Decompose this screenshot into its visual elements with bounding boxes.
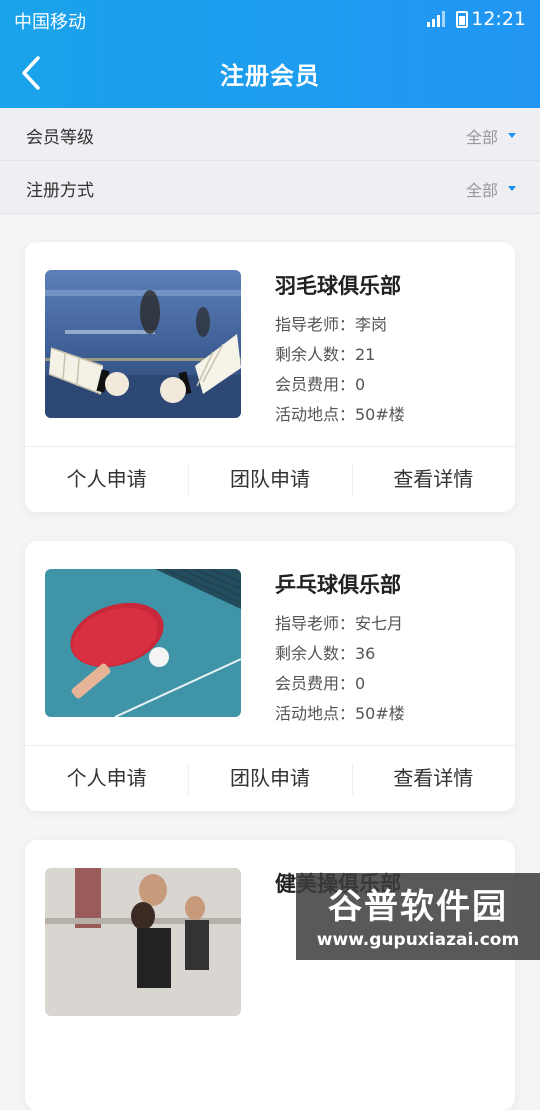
app-header: 中国移动 12:21 注册会员	[0, 0, 540, 108]
filter-label: 会员等级	[26, 128, 94, 148]
caret-down-icon	[508, 133, 516, 138]
location-text: 活动地点：50#楼	[275, 704, 405, 723]
club-image	[45, 868, 241, 1016]
club-name: 羽毛球俱乐部	[275, 274, 401, 298]
fee-text: 会员费用：0	[275, 375, 366, 394]
filter-value: 全部	[465, 128, 498, 147]
watermark-url: www.gupuxiazai.com	[316, 930, 520, 950]
remaining-text: 剩余人数：36	[275, 644, 376, 663]
table-tennis-image	[45, 569, 241, 717]
filter-registration-method[interactable]: 注册方式 全部	[0, 161, 540, 214]
filter-value: 全部	[465, 181, 498, 200]
fee-text: 会员费用：0	[275, 674, 366, 693]
signal-icon	[427, 11, 445, 27]
view-details-button[interactable]: 查看详情	[351, 746, 515, 811]
status-bar: 中国移动 12:21	[0, 0, 540, 38]
view-details-button[interactable]: 查看详情	[351, 447, 515, 512]
carrier-label: 中国移动	[14, 12, 86, 33]
filter-member-level[interactable]: 会员等级 全部	[0, 108, 540, 161]
club-image	[45, 569, 241, 717]
aerobics-image	[45, 868, 241, 1016]
page-title: 注册会员	[220, 62, 320, 90]
club-card[interactable]: 乒乓球俱乐部 指导老师：安七月 剩余人数：36 会员费用：0 活动地点：50#楼…	[25, 541, 515, 811]
team-apply-button[interactable]: 团队申请	[188, 447, 351, 512]
team-apply-button[interactable]: 团队申请	[188, 746, 351, 811]
coach-text: 指导老师：李岗	[275, 315, 388, 334]
badminton-image	[45, 270, 241, 418]
location-text: 活动地点：50#楼	[275, 405, 405, 424]
club-name: 乒乓球俱乐部	[275, 573, 401, 597]
club-info: 指导老师：安七月 剩余人数：36 会员费用：0 活动地点：50#楼	[275, 609, 405, 729]
clock: 12:21	[471, 8, 526, 30]
battery-icon	[456, 11, 468, 28]
filter-label: 注册方式	[26, 181, 94, 201]
card-actions: 个人申请 团队申请 查看详情	[25, 746, 515, 811]
club-card[interactable]: 羽毛球俱乐部 指导老师：李岗 剩余人数：21 会员费用：0 活动地点：50#楼 …	[25, 242, 515, 512]
personal-apply-button[interactable]: 个人申请	[25, 447, 188, 512]
caret-down-icon	[508, 186, 516, 191]
personal-apply-button[interactable]: 个人申请	[25, 746, 188, 811]
coach-text: 指导老师：安七月	[275, 614, 404, 633]
remaining-text: 剩余人数：21	[275, 345, 376, 364]
watermark-title: 谷普软件园	[328, 887, 508, 927]
club-info: 指导老师：李岗 剩余人数：21 会员费用：0 活动地点：50#楼	[275, 310, 405, 430]
filter-panel: 会员等级 全部 注册方式 全部	[0, 108, 540, 214]
watermark-logo: 谷普软件园 www.gupuxiazai.com	[296, 873, 540, 960]
club-image	[45, 270, 241, 418]
card-actions: 个人申请 团队申请 查看详情	[25, 447, 515, 512]
